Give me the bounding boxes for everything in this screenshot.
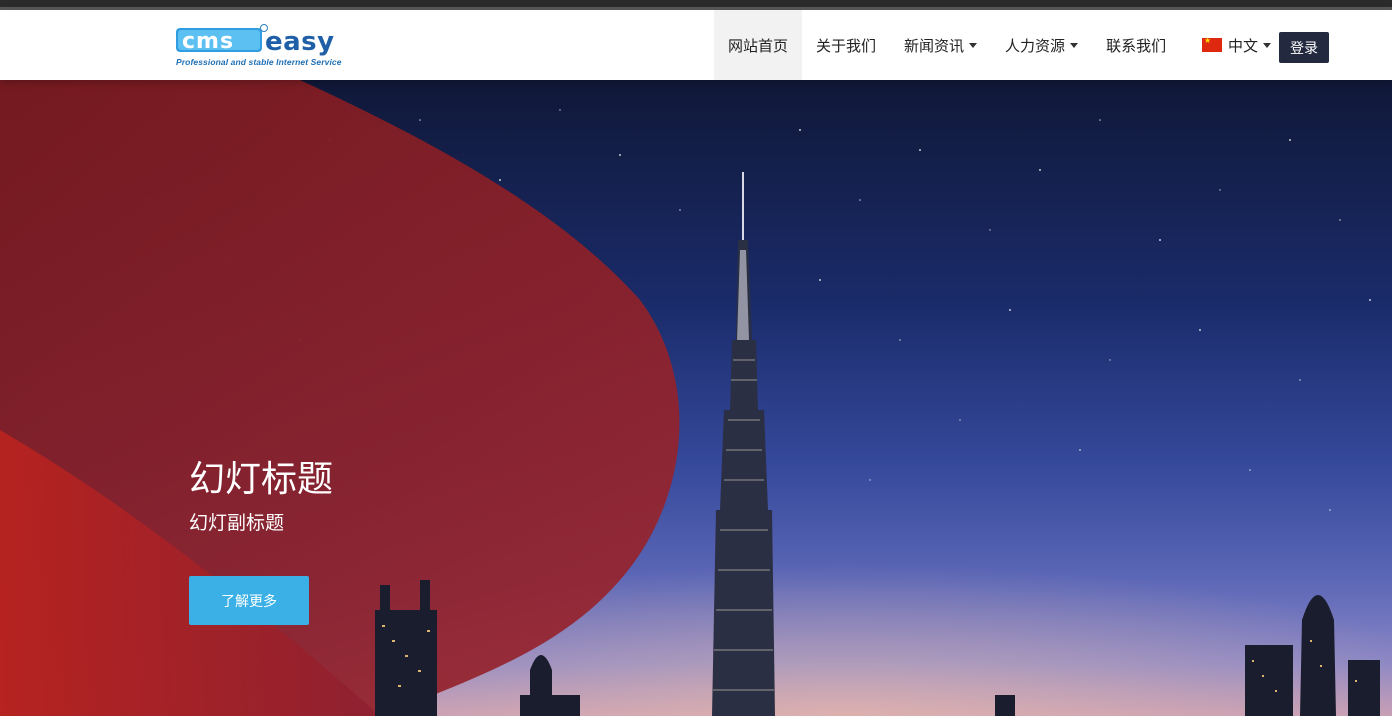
nav-item-label: 网站首页	[728, 36, 789, 55]
svg-text:easy: easy	[265, 27, 335, 57]
site-header: cms easy Professional and stable Interne…	[0, 10, 1392, 80]
nav-item-about[interactable]: 关于我们	[802, 10, 890, 80]
hero-title: 幻灯标题	[189, 459, 334, 500]
language-selector[interactable]: 中文	[1202, 10, 1272, 80]
site-logo[interactable]: cms easy Professional and stable Interne…	[174, 23, 370, 67]
hero-subtitle: 幻灯副标题	[189, 512, 285, 534]
language-label: 中文	[1228, 36, 1259, 55]
main-nav: 网站首页 关于我们 新闻资讯 人力资源 联系我们	[714, 10, 1180, 80]
browser-top-strip	[0, 0, 1392, 10]
caret-down-icon	[1263, 42, 1272, 48]
learn-more-button[interactable]: 了解更多	[189, 576, 309, 625]
caret-down-icon	[1070, 42, 1079, 48]
caret-down-icon	[969, 42, 978, 48]
nav-item-label: 人力资源	[1005, 36, 1066, 55]
nav-item-hr[interactable]: 人力资源	[991, 10, 1092, 80]
nav-item-contact[interactable]: 联系我们	[1092, 10, 1180, 80]
hero-slider: 幻灯标题 幻灯副标题 了解更多	[0, 80, 1392, 716]
nav-item-label: 关于我们	[816, 36, 877, 55]
china-flag-icon	[1202, 36, 1222, 52]
cmseasy-logo-icon: cms easy	[176, 24, 335, 57]
login-button[interactable]: 登录	[1279, 32, 1329, 63]
nav-item-home[interactable]: 网站首页	[714, 10, 803, 80]
svg-text:cms: cms	[182, 29, 234, 54]
logo-tagline: Professional and stable Internet Service	[176, 57, 342, 67]
nav-item-label: 新闻资讯	[904, 36, 965, 55]
nav-item-label: 联系我们	[1106, 36, 1167, 55]
nav-item-news[interactable]: 新闻资讯	[890, 10, 991, 80]
